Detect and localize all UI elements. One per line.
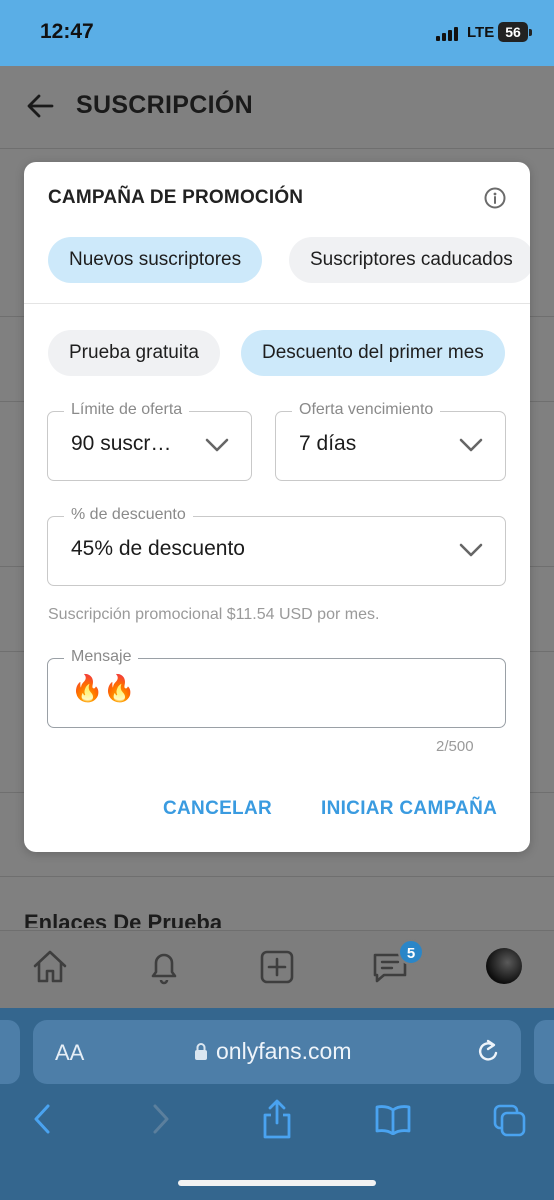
message-value: 🔥🔥	[71, 673, 136, 703]
add-post-icon[interactable]	[257, 947, 297, 987]
chevron-down-icon	[205, 438, 229, 452]
battery-icon: 56	[498, 22, 528, 42]
signal-icon	[436, 27, 458, 41]
tab-first-month-discount[interactable]: Descuento del primer mes	[241, 330, 505, 376]
previous-tab-peek[interactable]	[0, 1020, 20, 1084]
bell-icon[interactable]	[144, 947, 184, 987]
battery-tip	[529, 29, 532, 36]
back-arrow-icon[interactable]	[26, 92, 54, 125]
char-counter: 2/500	[436, 738, 474, 755]
promotion-campaign-dialog: CAMPAÑA DE PROMOCIÓN Nuevos suscriptores…	[24, 162, 530, 852]
status-time: 12:47	[40, 20, 94, 43]
address-bar[interactable]: AA onlyfans.com	[33, 1020, 521, 1084]
url-text: onlyfans.com	[216, 1038, 352, 1064]
offer-limit-label: Límite de oferta	[64, 401, 190, 419]
tab-free-trial[interactable]: Prueba gratuita	[48, 330, 220, 376]
avatar[interactable]	[486, 948, 522, 984]
promo-price-helper: Suscripción promocional $11.54 USD por m…	[48, 606, 380, 623]
offer-limit-select[interactable]: Límite de oferta 90 suscr…	[47, 401, 252, 481]
tab-expired-subscribers[interactable]: Suscriptores caducados	[289, 237, 530, 283]
offer-expiration-label: Oferta vencimiento	[292, 401, 441, 419]
next-tab-peek[interactable]	[534, 1020, 554, 1084]
tab-new-subscribers[interactable]: Nuevos suscriptores	[48, 237, 263, 283]
bookmarks-icon[interactable]	[374, 1103, 412, 1135]
section-heading: Enlaces De Prueba	[24, 910, 223, 928]
network-label: LTE	[467, 24, 495, 41]
reload-icon[interactable]	[475, 1038, 501, 1066]
tabs-icon[interactable]	[492, 1103, 528, 1139]
dialog-title: CAMPAÑA DE PROMOCIÓN	[48, 187, 304, 208]
divider	[24, 303, 530, 304]
offer-limit-value: 90 suscr…	[71, 432, 172, 455]
offer-expiration-value: 7 días	[299, 432, 357, 455]
divider	[0, 876, 554, 877]
forward-icon[interactable]	[150, 1103, 172, 1135]
status-bar: 12:47 LTE 56	[0, 0, 554, 66]
discount-value: 45% de descuento	[71, 537, 245, 560]
messages-badge: 5	[398, 939, 424, 965]
lock-icon	[195, 1043, 207, 1060]
home-indicator	[178, 1180, 376, 1186]
info-icon[interactable]	[484, 187, 506, 209]
back-icon[interactable]	[31, 1103, 53, 1135]
browser-toolbar: AA onlyfans.com	[0, 1008, 554, 1200]
chevron-down-icon	[459, 543, 483, 557]
discount-label: % de descuento	[64, 506, 193, 524]
share-icon[interactable]	[260, 1098, 294, 1140]
home-icon[interactable]	[30, 947, 70, 987]
text-size-button[interactable]: AA	[55, 1040, 84, 1066]
message-label: Mensaje	[64, 648, 139, 666]
page-title: SUSCRIPCIÓN	[76, 91, 253, 119]
offer-expiration-select[interactable]: Oferta vencimiento 7 días	[275, 401, 506, 481]
divider	[0, 148, 554, 149]
cancel-button[interactable]: CANCELAR	[163, 798, 272, 820]
chevron-down-icon	[459, 438, 483, 452]
start-campaign-button[interactable]: INICIAR CAMPAÑA	[321, 798, 497, 820]
message-field[interactable]: Mensaje 🔥🔥	[47, 648, 506, 728]
tab-bar: 5	[0, 930, 554, 1008]
discount-select[interactable]: % de descuento 45% de descuento	[47, 506, 506, 586]
